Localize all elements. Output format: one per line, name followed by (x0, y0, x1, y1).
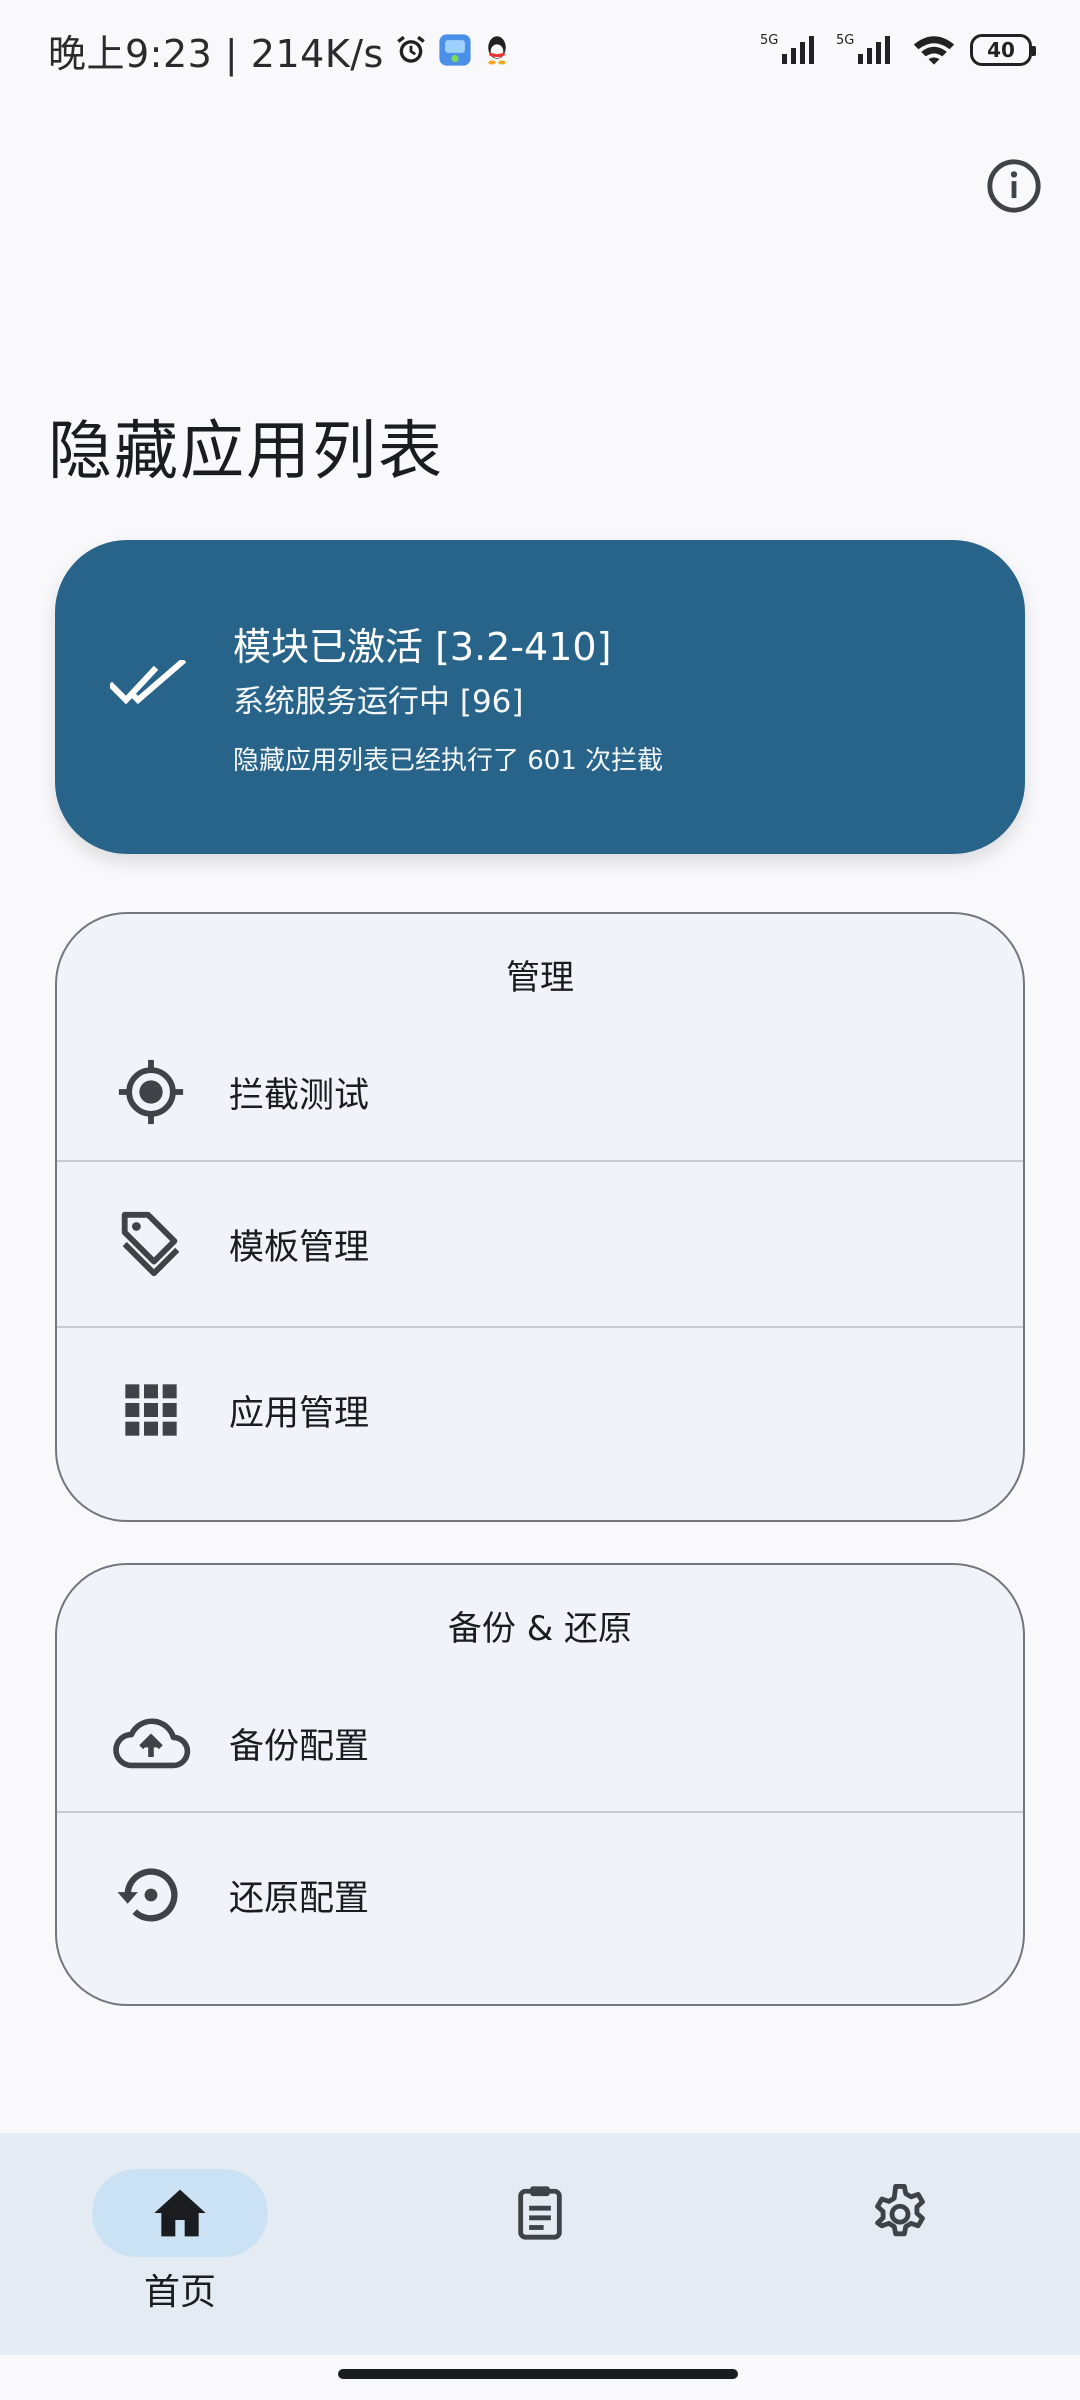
module-status-card[interactable]: 模块已激活 [3.2-410] 系统服务运行中 [96] 隐藏应用列表已经执行了… (55, 540, 1025, 854)
section-title-manage: 管理 (506, 957, 574, 998)
intercept-test-label: 拦截测试 (229, 1075, 370, 1116)
alarm-icon (394, 33, 428, 67)
app-notification-icon (438, 33, 472, 67)
intercept-test-item[interactable]: 拦截测试 (57, 1024, 1023, 1160)
gear-icon (875, 2184, 925, 2237)
home-icon (154, 2189, 206, 2237)
nav-settings-pill (812, 2169, 988, 2257)
backup-config-item[interactable]: 备份配置 (57, 1675, 1023, 1811)
network-label-2: 5G (836, 33, 854, 48)
template-manage-label: 模板管理 (229, 1227, 370, 1268)
network-label: 5G (760, 33, 778, 48)
clipboard-icon (518, 2186, 562, 2240)
apps-grid-icon (111, 1370, 191, 1450)
manage-section: 管理 拦截测试 模板管理 应用管理 (55, 912, 1025, 1522)
status-bar-left: 晚上9:23 | 214K/s (48, 23, 512, 78)
module-activated-text: 模块已激活 [3.2-410] (233, 625, 612, 669)
restore-config-item[interactable]: 还原配置 (57, 1811, 1023, 1977)
nav-logs-pill (452, 2169, 628, 2257)
backup-section: 备份 & 还原 备份配置 还原配置 (55, 1563, 1025, 2006)
cloud-upload-icon (111, 1703, 191, 1783)
section-title-backup: 备份 & 还原 (447, 1608, 633, 1649)
nav-home-pill (92, 2169, 268, 2257)
restore-config-label: 还原配置 (229, 1878, 370, 1919)
status-time-speed: 晚上9:23 | 214K/s (48, 31, 384, 76)
qq-icon (482, 33, 512, 67)
battery-indicator: 40 (970, 34, 1036, 66)
tag-icon (111, 1204, 191, 1284)
home-indicator[interactable] (338, 2369, 738, 2379)
nav-settings[interactable] (780, 2133, 1020, 2355)
app-manage-label: 应用管理 (229, 1393, 370, 1434)
crosshair-icon (111, 1052, 191, 1132)
status-bar: 晚上9:23 | 214K/s 5G 5G 40 (0, 0, 1080, 100)
intercept-count-text: 隐藏应用列表已经执行了 601 次拦截 (233, 746, 664, 776)
template-manage-item[interactable]: 模板管理 (57, 1160, 1023, 1326)
nav-logs[interactable] (420, 2133, 660, 2355)
page-title: 隐藏应用列表 (48, 415, 444, 489)
bottom-navigation: 首页 (0, 2133, 1080, 2355)
app-manage-item[interactable]: 应用管理 (57, 1326, 1023, 1492)
wifi-icon (912, 33, 956, 67)
double-check-icon (107, 657, 187, 712)
signal-icon-2: 5G (836, 32, 898, 68)
signal-icon: 5G (760, 32, 822, 68)
restore-icon (111, 1855, 191, 1935)
nav-home-label: 首页 (143, 2272, 216, 2313)
info-icon (987, 159, 1041, 213)
nav-home[interactable]: 首页 (60, 2133, 300, 2355)
service-running-text: 系统服务运行中 [96] (233, 684, 524, 720)
info-button[interactable] (978, 150, 1050, 222)
backup-config-label: 备份配置 (229, 1726, 370, 1767)
status-bar-right: 5G 5G 40 (760, 32, 1036, 68)
